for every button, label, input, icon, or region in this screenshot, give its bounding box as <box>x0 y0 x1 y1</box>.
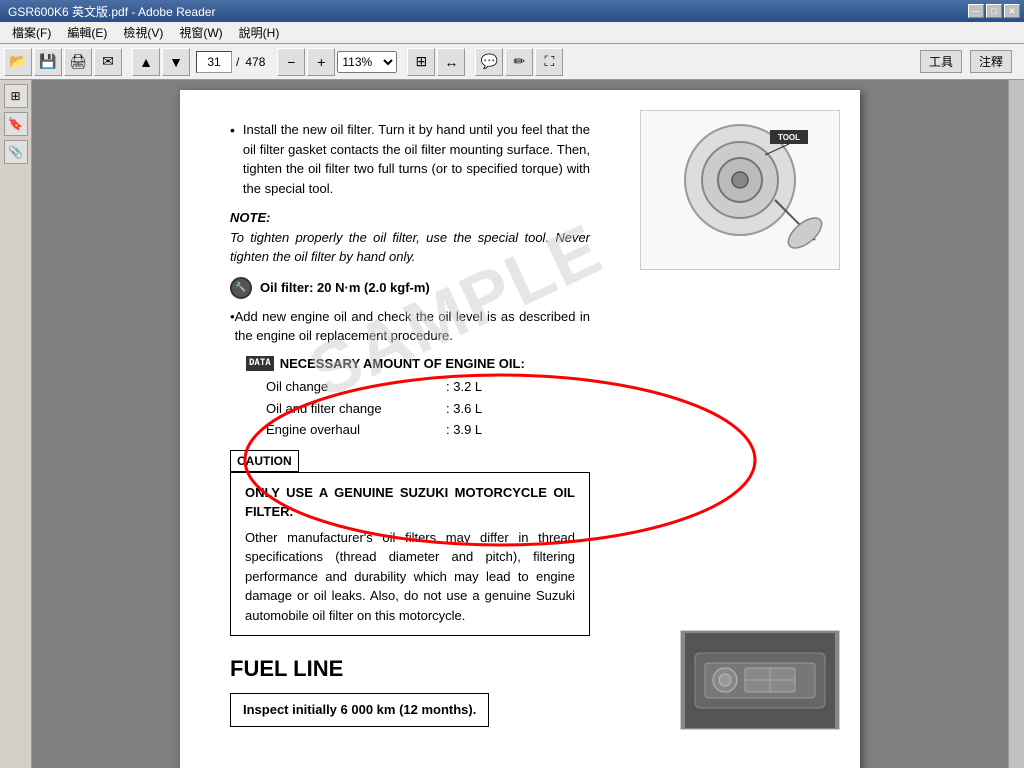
caution-container: CAUTION ONLY USE A GENUINE SUZUKI MOTORC… <box>230 450 590 637</box>
data-value-0: : 3.2 L <box>446 377 482 397</box>
close-button[interactable]: ✕ <box>1004 4 1020 18</box>
minimize-button[interactable]: ─ <box>968 4 984 18</box>
page-input[interactable] <box>196 51 232 73</box>
caution-title: ONLY USE A GENUINE SUZUKI MOTORCYCLE OIL… <box>245 483 575 522</box>
page-navigation: / 478 <box>196 51 267 73</box>
zoom-in-button[interactable]: + <box>307 48 335 76</box>
bullet-text-2: Add new engine oil and check the oil lev… <box>235 307 590 346</box>
title-bar: GSR600K6 英文版.pdf - Adobe Reader ─ □ ✕ <box>0 0 1024 22</box>
prev-page-button[interactable]: ▲ <box>132 48 160 76</box>
data-section: DATA NECESSARY AMOUNT OF ENGINE OIL: Oil… <box>246 354 590 440</box>
note-section: NOTE: To tighten properly the oil filter… <box>230 208 590 267</box>
zoom-out-button[interactable]: − <box>277 48 305 76</box>
data-label-0: Oil change <box>266 377 446 397</box>
caution-text: Other manufacturer's oil filters may dif… <box>245 528 575 626</box>
scrollbar[interactable] <box>1008 80 1024 768</box>
data-label-2: Engine overhaul <box>266 420 446 440</box>
pdf-page: SAMPLE TOOL <box>180 90 860 768</box>
caution-body: ONLY USE A GENUINE SUZUKI MOTORCYCLE OIL… <box>230 472 590 637</box>
bullet-item-2: • Add new engine oil and check the oil l… <box>230 307 590 346</box>
data-value-2: : 3.9 L <box>446 420 482 440</box>
open-button[interactable]: 📂 <box>4 48 32 76</box>
print-button[interactable]: 🖨 <box>64 48 92 76</box>
page-total: 478 <box>243 55 267 69</box>
window-title: GSR600K6 英文版.pdf - Adobe Reader <box>4 3 968 20</box>
illustration-top: TOOL <box>640 110 840 270</box>
email-button[interactable]: ✉ <box>94 48 122 76</box>
markup-button[interactable]: ✏ <box>505 48 533 76</box>
tools-button[interactable]: 工具 <box>920 50 962 73</box>
maximize-button[interactable]: □ <box>986 4 1002 18</box>
note-text: To tighten properly the oil filter, use … <box>230 228 590 267</box>
data-section-wrapper: DATA NECESSARY AMOUNT OF ENGINE OIL: Oil… <box>230 354 590 440</box>
inspect-box: Inspect initially 6 000 km (12 months). <box>230 693 489 727</box>
next-page-button[interactable]: ▼ <box>162 48 190 76</box>
sidebar-attachments-icon[interactable]: 📎 <box>4 140 28 164</box>
toolbar-right: 工具 注釋 <box>920 50 1020 73</box>
toolbar: 📂 💾 🖨 ✉ ▲ ▼ / 478 − + 113% 100% 75% ⊞ ↔ … <box>0 44 1024 80</box>
data-row-0: Oil change : 3.2 L <box>266 377 590 397</box>
note-label: NOTE: <box>230 208 590 228</box>
bullet-symbol-1: • <box>230 120 235 198</box>
menu-file[interactable]: 檔案(F) <box>4 22 59 43</box>
menu-edit[interactable]: 編輯(E) <box>59 22 115 43</box>
data-title: NECESSARY AMOUNT OF ENGINE OIL: <box>280 354 525 374</box>
data-rows: Oil change : 3.2 L Oil and filter change… <box>266 377 590 440</box>
comment-button[interactable]: 💬 <box>475 48 503 76</box>
data-row-2: Engine overhaul : 3.9 L <box>266 420 590 440</box>
sidebar-pages-icon[interactable]: ⊞ <box>4 84 28 108</box>
illustration-bottom <box>680 630 840 730</box>
zoom-select[interactable]: 113% 100% 75% <box>337 51 397 73</box>
torque-icon: 🔧 <box>230 277 252 299</box>
window-controls: ─ □ ✕ <box>968 4 1020 18</box>
sidebar: ⊞ 🔖 📎 <box>0 80 32 768</box>
menu-window[interactable]: 視窗(W) <box>171 22 230 43</box>
torque-row: 🔧 Oil filter: 20 N·m (2.0 kgf-m) <box>230 277 590 299</box>
annotate-button[interactable]: 注釋 <box>970 50 1012 73</box>
save-button[interactable]: 💾 <box>34 48 62 76</box>
bullet-text-1: Install the new oil filter. Turn it by h… <box>243 120 590 198</box>
pdf-area[interactable]: SAMPLE TOOL <box>32 80 1008 768</box>
data-label-1: Oil and filter change <box>266 399 446 419</box>
data-icon: DATA <box>246 356 274 372</box>
main-area: ⊞ 🔖 📎 SAMPLE TOOL <box>0 80 1024 768</box>
fit-width-button[interactable]: ↔ <box>437 48 465 76</box>
fullscreen-button[interactable]: ⛶ <box>535 48 563 76</box>
bullet-item-1: • Install the new oil filter. Turn it by… <box>230 120 590 198</box>
menu-view[interactable]: 檢視(V) <box>115 22 171 43</box>
caution-header: CAUTION <box>230 450 299 472</box>
fuel-line-title: FUEL LINE <box>230 652 590 685</box>
sidebar-bookmarks-icon[interactable]: 🔖 <box>4 112 28 136</box>
torque-text: Oil filter: 20 N·m (2.0 kgf-m) <box>260 278 430 298</box>
svg-text:TOOL: TOOL <box>778 133 800 142</box>
page-separator: / <box>234 55 241 69</box>
data-row-1: Oil and filter change : 3.6 L <box>266 399 590 419</box>
data-header: DATA NECESSARY AMOUNT OF ENGINE OIL: <box>246 354 590 374</box>
pdf-content: • Install the new oil filter. Turn it by… <box>230 120 590 733</box>
data-value-1: : 3.6 L <box>446 399 482 419</box>
menu-bar: 檔案(F) 編輯(E) 檢視(V) 視窗(W) 說明(H) <box>0 22 1024 44</box>
menu-help[interactable]: 說明(H) <box>231 22 288 43</box>
fit-page-button[interactable]: ⊞ <box>407 48 435 76</box>
